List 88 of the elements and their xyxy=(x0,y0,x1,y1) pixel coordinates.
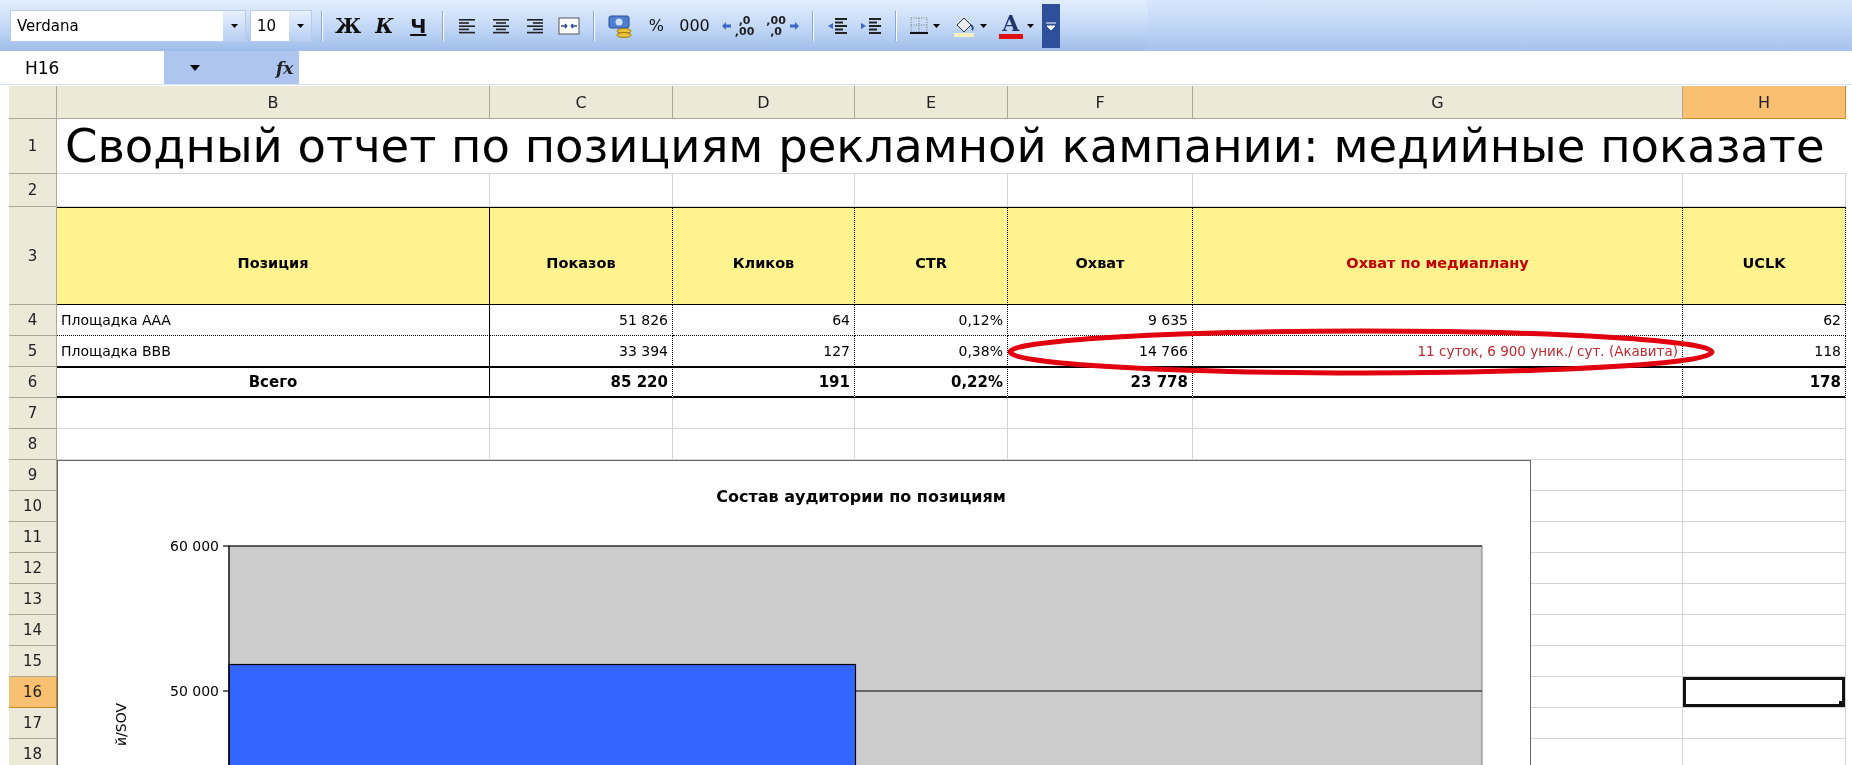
table-cell: 0,38% xyxy=(855,336,1008,367)
caret-icon xyxy=(230,23,238,28)
table-header: UCLK xyxy=(1683,207,1846,305)
format-button[interactable]: % xyxy=(641,8,672,43)
axis-title: й/SOV xyxy=(113,703,129,747)
row-header[interactable]: 1 xyxy=(9,119,57,174)
row-header[interactable]: 7 xyxy=(9,398,57,429)
align-right-icon xyxy=(525,16,546,35)
table-cell: 14 766 xyxy=(1008,336,1193,367)
table-cell: 23 778 xyxy=(1008,367,1193,398)
row-header[interactable]: 13 xyxy=(9,584,57,615)
empty-cell[interactable] xyxy=(1193,367,1683,398)
caret-icon xyxy=(932,23,940,28)
caret-icon xyxy=(296,23,304,28)
align-center-icon xyxy=(491,16,512,35)
table-cell: 0,22% xyxy=(855,367,1008,398)
column-header[interactable]: C xyxy=(490,86,673,119)
table-cell: 127 xyxy=(673,336,855,367)
table-cell: 9 635 xyxy=(1008,305,1193,336)
table-cell: 11 суток, 6 900 уник./ сут. (Акавита) xyxy=(1193,336,1683,367)
table-cell: 85 220 xyxy=(490,367,673,398)
column-header[interactable]: D xyxy=(673,86,855,119)
underline-button[interactable]: Ч xyxy=(403,8,434,43)
column-header[interactable]: F xyxy=(1008,86,1193,119)
axis-tick-label: 50 000 xyxy=(170,683,219,699)
table-cell: 51 826 xyxy=(490,305,673,336)
toolbar-options-button[interactable] xyxy=(1041,3,1060,48)
row-header[interactable]: 9 xyxy=(9,460,57,491)
italic-button[interactable]: К xyxy=(369,8,400,43)
table-cell: 178 xyxy=(1683,367,1846,398)
row-header[interactable]: 8 xyxy=(9,429,57,460)
font-name-field[interactable]: Verdana xyxy=(10,9,246,42)
align-left-icon xyxy=(457,16,478,35)
table-cell: Площадка ААА xyxy=(57,305,490,336)
caret-icon xyxy=(190,64,200,71)
format-button[interactable]: 000 xyxy=(675,8,714,43)
column-header[interactable]: G xyxy=(1193,86,1683,119)
column-header[interactable]: E xyxy=(855,86,1008,119)
selected-cell[interactable] xyxy=(1683,677,1846,708)
table-header: CTR xyxy=(855,207,1008,305)
font-color-button[interactable]: A xyxy=(994,8,1038,43)
bold-button[interactable]: Ж xyxy=(331,8,366,43)
caret-icon xyxy=(979,23,987,28)
table-header: Охват по медиаплану xyxy=(1193,207,1683,305)
row-header[interactable]: 16 xyxy=(9,677,57,708)
name-box-dropdown[interactable] xyxy=(190,64,200,71)
indent-icon xyxy=(859,15,882,36)
money-icon xyxy=(607,13,634,38)
row-header[interactable]: 11 xyxy=(9,522,57,553)
table-cell: 118 xyxy=(1683,336,1846,367)
table-header: Позиция xyxy=(57,207,490,305)
left-arrow-icon xyxy=(721,21,731,30)
font-size-field[interactable]: 10 xyxy=(250,9,312,42)
column-header[interactable]: B xyxy=(57,86,490,119)
caret-icon xyxy=(1026,23,1034,28)
row-header[interactable]: 5 xyxy=(9,336,57,367)
chevron-icon xyxy=(1045,20,1056,31)
insert-function-button[interactable]: fx xyxy=(276,57,294,78)
table-header: Показов xyxy=(490,207,673,305)
decrease-decimal-button[interactable]: ,00 ,0 xyxy=(762,8,803,43)
select-all-button[interactable] xyxy=(9,86,57,119)
row-header[interactable]: 10 xyxy=(9,491,57,522)
row-header[interactable]: 4 xyxy=(9,305,57,336)
table-cell: Всего xyxy=(57,367,490,398)
row-header[interactable]: 2 xyxy=(9,174,57,207)
table-header: Кликов xyxy=(673,207,855,305)
axis-tick-label: 60 000 xyxy=(170,538,219,554)
table-cell: 191 xyxy=(673,367,855,398)
borders-icon xyxy=(908,15,929,36)
row-header[interactable]: 17 xyxy=(9,708,57,739)
chart-title: Состав аудитории по позициям xyxy=(716,487,1006,506)
row-header[interactable]: 12 xyxy=(9,553,57,584)
sheet-title: Сводный отчет по позициям рекламной кампании: медийные показате xyxy=(57,119,1846,174)
row-header[interactable]: 3 xyxy=(9,207,57,305)
table-cell: 62 xyxy=(1683,305,1846,336)
row-header[interactable]: 14 xyxy=(9,615,57,646)
row-header[interactable]: 15 xyxy=(9,646,57,677)
table-header: Охват xyxy=(1008,207,1193,305)
increase-decimal-button[interactable]: ,0 ,00 xyxy=(717,8,759,43)
table-cell: 33 394 xyxy=(490,336,673,367)
column-header[interactable]: H xyxy=(1683,86,1846,119)
merge-icon xyxy=(558,15,581,36)
table-cell: 0,12% xyxy=(855,305,1008,336)
row-header[interactable]: 6 xyxy=(9,367,57,398)
table-cell: 64 xyxy=(673,305,855,336)
table-cell: Площадка ВВВ xyxy=(57,336,490,367)
row-header[interactable]: 18 xyxy=(9,739,57,765)
right-arrow-icon xyxy=(789,21,799,30)
